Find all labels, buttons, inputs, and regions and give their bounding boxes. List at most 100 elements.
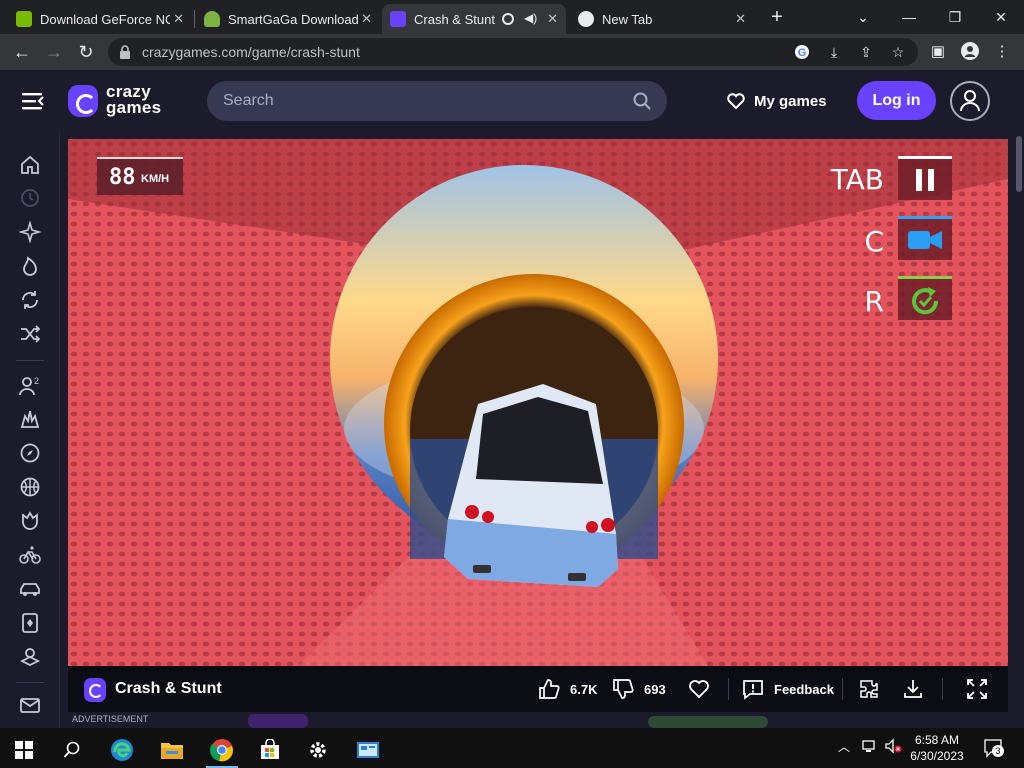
volume-muted-icon[interactable]: [884, 738, 902, 757]
reset-button[interactable]: [898, 276, 952, 320]
network-icon[interactable]: [862, 738, 878, 757]
game-canvas[interactable]: 88 KM/H TAB C R: [68, 139, 1008, 666]
tab-geforce[interactable]: Download GeForce NO ✕: [8, 4, 192, 34]
heart-icon: [727, 93, 745, 110]
reload-button[interactable]: ↻: [74, 40, 98, 64]
tab-new-tab[interactable]: New Tab ✕: [570, 4, 754, 34]
feedback-button[interactable]: Feedback: [742, 678, 834, 700]
download-icon: [904, 680, 922, 698]
lock-icon[interactable]: [118, 44, 132, 60]
menu-collapse-icon[interactable]: [20, 89, 44, 113]
action-icon[interactable]: [19, 408, 41, 430]
crazygames-favicon-icon: [390, 11, 406, 27]
clicker-icon[interactable]: [19, 646, 41, 668]
ad-label: ADVERTISEMENT: [72, 714, 149, 724]
page-scrollbar[interactable]: [1014, 132, 1024, 728]
chrome-app[interactable]: [198, 732, 246, 768]
back-button[interactable]: ←: [10, 40, 34, 64]
feedback-icon: [743, 680, 763, 700]
forward-button[interactable]: →: [42, 40, 66, 64]
card-icon[interactable]: [19, 612, 41, 634]
clock-time: 6:58 AM: [914, 733, 960, 747]
address-bar[interactable]: crazygames.com/game/crash-stunt G ⤓ ⇪ ☆: [108, 38, 918, 66]
like-button[interactable]: 6.7K: [538, 678, 597, 700]
close-tab-icon[interactable]: ✕: [547, 11, 558, 27]
nvidia-favicon-icon: [16, 11, 32, 27]
mail-icon[interactable]: [19, 694, 41, 716]
google-lens-icon[interactable]: G: [794, 44, 810, 60]
my-games-link[interactable]: My games: [726, 89, 827, 113]
dislike-button[interactable]: 693: [612, 678, 666, 700]
crazygames-logo[interactable]: crazy games: [68, 83, 178, 121]
minimize-button[interactable]: —: [886, 4, 932, 30]
embed-button[interactable]: [858, 678, 890, 700]
casual-icon[interactable]: [19, 510, 41, 532]
game-scene: [68, 139, 1008, 666]
new-tab-button[interactable]: +: [766, 6, 788, 28]
new-icon[interactable]: [19, 221, 41, 243]
install-app-icon[interactable]: ⤓: [826, 44, 842, 60]
bike-icon[interactable]: [19, 544, 41, 566]
start-button[interactable]: [0, 732, 48, 768]
tab-smartgaga[interactable]: SmartGaGa Download ✕: [196, 4, 380, 34]
updated-icon[interactable]: [19, 289, 41, 311]
advertisement-strip: ADVERTISEMENT: [68, 712, 1008, 728]
tab-search-button[interactable]: ⌄: [840, 4, 886, 30]
random-icon[interactable]: [19, 323, 41, 345]
bar-divider: [728, 678, 729, 700]
fullscreen-button[interactable]: [966, 678, 998, 700]
puzzle-icon: [860, 680, 878, 698]
recent-icon[interactable]: [19, 187, 41, 209]
notification-center-button[interactable]: 3: [983, 738, 1004, 758]
pause-icon: [916, 169, 934, 191]
ad-banner[interactable]: [248, 714, 308, 728]
tab-title: Download GeForce NO: [40, 11, 170, 27]
edge-app[interactable]: [98, 732, 146, 768]
restore-button[interactable]: ❐: [932, 4, 978, 30]
close-tab-icon[interactable]: ✕: [361, 11, 372, 27]
control-panel-app[interactable]: [344, 732, 392, 768]
settings-app[interactable]: [294, 732, 342, 768]
car-icon[interactable]: [19, 578, 41, 600]
download-button[interactable]: [902, 678, 934, 700]
tab-crash-stunt[interactable]: Crash & Stunt ◀) ✕: [382, 4, 566, 34]
system-clock[interactable]: 6:58 AM 6/30/2023: [906, 732, 968, 764]
crazygames-logo-icon: [84, 678, 106, 702]
adventure-icon[interactable]: [19, 442, 41, 464]
profile-icon[interactable]: [960, 42, 980, 62]
url-text: crazygames.com/game/crash-stunt: [142, 44, 360, 60]
store-app[interactable]: [246, 732, 294, 768]
show-hidden-icons-button[interactable]: ︿: [838, 738, 850, 755]
camera-button[interactable]: [898, 216, 952, 260]
multiplayer-icon[interactable]: 2: [19, 375, 41, 397]
pause-button[interactable]: [898, 156, 952, 200]
close-window-button[interactable]: ✕: [978, 4, 1024, 30]
category-sidebar: 2: [0, 132, 60, 728]
tab-separator: [194, 10, 195, 28]
close-tab-icon[interactable]: ✕: [173, 11, 184, 27]
home-icon[interactable]: [19, 154, 41, 176]
side-panel-icon[interactable]: ▣: [928, 42, 948, 62]
share-icon[interactable]: ⇪: [858, 44, 874, 60]
trending-icon[interactable]: [19, 255, 41, 277]
user-avatar-button[interactable]: [950, 81, 990, 121]
store-icon: [261, 739, 279, 759]
taskbar-search-button[interactable]: [48, 732, 96, 768]
search-input[interactable]: [223, 81, 623, 121]
chrome-menu-icon[interactable]: ⋮: [992, 42, 1012, 62]
file-explorer-app[interactable]: [148, 732, 196, 768]
ad-banner[interactable]: [648, 716, 768, 728]
heart-icon: [689, 680, 709, 699]
search-icon[interactable]: [633, 92, 651, 110]
speaker-icon[interactable]: ◀): [524, 11, 537, 25]
search-box[interactable]: [207, 81, 667, 121]
bookmark-star-icon[interactable]: ☆: [890, 44, 906, 60]
close-tab-icon[interactable]: ✕: [735, 11, 746, 27]
favorite-button[interactable]: [688, 678, 720, 700]
control-panel-icon: [357, 742, 379, 758]
scrollbar-thumb[interactable]: [1016, 136, 1022, 192]
basketball-icon[interactable]: [19, 476, 41, 498]
bar-divider: [842, 678, 843, 700]
site-header: crazy games My games Log in: [0, 70, 1024, 132]
login-button[interactable]: Log in: [857, 81, 936, 120]
